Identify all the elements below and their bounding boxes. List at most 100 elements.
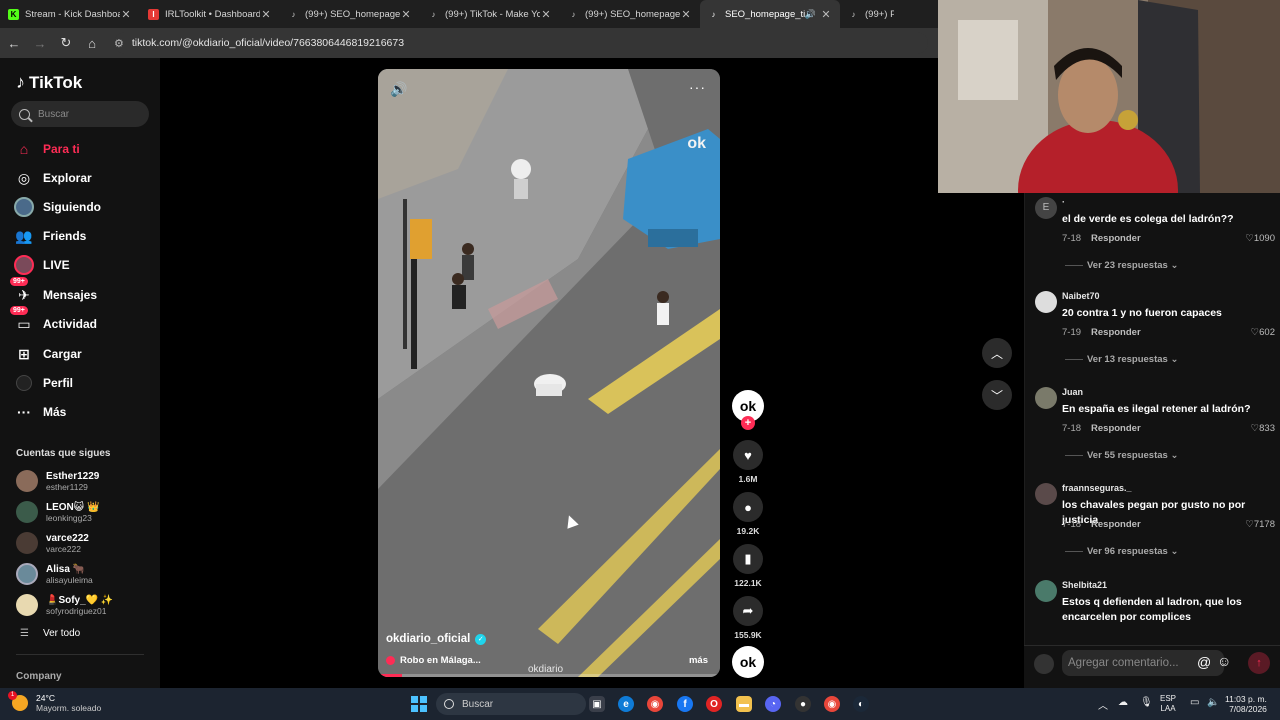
- comment-like-button[interactable]: ♡7178: [1245, 519, 1275, 530]
- tiktok-logo[interactable]: ♪ TikTok: [16, 72, 82, 93]
- obs-icon[interactable]: ●: [795, 696, 811, 712]
- tab-irltoolkit[interactable]: I IRLToolkit • Dashboard ✕: [140, 0, 280, 28]
- tab-kick-dashboard[interactable]: K Stream - Kick Dashboard ✕: [0, 0, 140, 28]
- comment-user[interactable]: fraannseguras._: [1062, 483, 1132, 493]
- volume-icon[interactable]: 🔊: [390, 81, 407, 98]
- save-button[interactable]: ▮ 122.1K: [730, 544, 766, 588]
- reload-icon[interactable]: ↻: [54, 31, 78, 55]
- more-options-icon[interactable]: ···: [689, 79, 706, 95]
- comment-user[interactable]: Shelbita21: [1062, 580, 1107, 590]
- close-icon[interactable]: ✕: [120, 8, 132, 21]
- reply-button[interactable]: Responder: [1091, 233, 1141, 244]
- tab-seo-homepage-active[interactable]: ♪ SEO_homepage_title 🔊 ✕: [700, 0, 840, 28]
- weather-widget[interactable]: 1 24°C Mayorm. soleado: [8, 691, 101, 713]
- close-icon[interactable]: ✕: [680, 8, 692, 21]
- url-text: tiktok.com/@okdiario_oficial/video/76638…: [131, 37, 405, 49]
- tab-tiktok-make-your-day[interactable]: ♪ (99+) TikTok - Make Your D ✕: [420, 0, 560, 28]
- sound-disc-button[interactable]: ok: [730, 646, 766, 678]
- avatar[interactable]: [1035, 387, 1057, 409]
- tab-seo-homepage-1[interactable]: ♪ (99+) SEO_homepage_title ✕: [280, 0, 420, 28]
- caption-more-button[interactable]: más: [689, 655, 708, 666]
- taskbar-search[interactable]: Buscar: [436, 693, 586, 715]
- task-view-icon[interactable]: ▣: [589, 696, 605, 712]
- search-box[interactable]: Buscar: [11, 101, 149, 127]
- discord-icon[interactable]: ◔: [765, 696, 781, 712]
- close-icon[interactable]: ✕: [260, 8, 272, 21]
- avatar[interactable]: [1035, 291, 1057, 313]
- steam-icon[interactable]: ◐: [853, 696, 869, 712]
- volume-icon[interactable]: 🔈: [1207, 697, 1219, 708]
- previous-video-button[interactable]: ︿: [982, 338, 1012, 368]
- nav-mensajes[interactable]: ✈ 99+ Mensajes: [10, 277, 97, 306]
- close-icon[interactable]: ✕: [820, 8, 832, 21]
- view-replies-button[interactable]: Ver 96 respuestas ⌄: [1065, 546, 1178, 557]
- send-arrow-icon[interactable]: ↑: [1248, 652, 1270, 674]
- close-icon[interactable]: ✕: [540, 8, 552, 21]
- share-button[interactable]: ➦ 155.9K: [730, 596, 766, 640]
- following-account[interactable]: Alisa 🐂 alisayuleima: [16, 563, 93, 585]
- windows-start-icon[interactable]: [411, 696, 427, 712]
- nav-cargar[interactable]: ⊞ Cargar: [14, 343, 82, 365]
- nav-perfil[interactable]: Perfil: [14, 372, 73, 394]
- nav-actividad[interactable]: ▭ 99+ Actividad: [10, 306, 97, 335]
- nav-para-ti[interactable]: ⌂ Para ti: [14, 138, 80, 160]
- edge-icon[interactable]: e: [618, 696, 634, 712]
- comment-user[interactable]: Juan: [1062, 387, 1083, 397]
- view-replies-button[interactable]: Ver 23 respuestas ⌄: [1065, 260, 1178, 271]
- see-all-link[interactable]: ☰ Ver todo: [20, 628, 80, 639]
- video-player[interactable]: 🔊 ··· ok okdiario_oficial ✓ Robo en Mála…: [378, 69, 720, 677]
- microphone-icon[interactable]: 🎙: [1140, 697, 1153, 708]
- wifi-icon[interactable]: ▭: [1190, 697, 1199, 708]
- facebook-icon[interactable]: f: [677, 696, 693, 712]
- site-settings-icon[interactable]: ⚙: [114, 37, 124, 50]
- close-icon[interactable]: ✕: [400, 8, 412, 21]
- language-indicator[interactable]: ESP LAA: [1160, 694, 1176, 714]
- reply-button[interactable]: Responder: [1091, 327, 1141, 338]
- video-progress-bar[interactable]: [378, 674, 720, 677]
- reply-button[interactable]: Responder: [1091, 423, 1141, 434]
- file-explorer-icon[interactable]: ▬: [736, 696, 752, 712]
- comment-user[interactable]: Naibet70: [1062, 291, 1100, 301]
- view-replies-button[interactable]: Ver 13 respuestas ⌄: [1065, 354, 1178, 365]
- avatar[interactable]: [1035, 483, 1057, 505]
- nav-friends[interactable]: 👥 Friends: [14, 225, 86, 247]
- avatar[interactable]: E: [1035, 197, 1057, 219]
- nav-mas[interactable]: ··· Más: [14, 401, 66, 423]
- home-icon[interactable]: ⌂: [80, 31, 104, 55]
- comment-button[interactable]: ● 19.2K: [730, 492, 766, 536]
- view-replies-button[interactable]: Ver 55 respuestas ⌄: [1065, 450, 1178, 461]
- url-field[interactable]: ⚙ tiktok.com/@okdiario_oficial/video/766…: [114, 32, 928, 54]
- chrome-profile-icon[interactable]: ◉: [824, 696, 840, 712]
- company-link[interactable]: Company: [16, 671, 62, 682]
- network-icon[interactable]: ☁: [1118, 697, 1128, 708]
- comment-like-button[interactable]: ♡602: [1251, 327, 1275, 338]
- tab-post-video[interactable]: ♪ (99+) Post-Ve: [840, 0, 902, 28]
- reply-button[interactable]: Responder: [1091, 519, 1141, 530]
- system-clock[interactable]: 11:03 p. m. 7/08/2026: [1225, 694, 1267, 714]
- comment-like-button[interactable]: ♡833: [1251, 423, 1275, 434]
- following-account[interactable]: 💄Sofy_💛 ✨ sofyrodriguez01: [16, 594, 113, 616]
- video-author[interactable]: okdiario_oficial ✓: [386, 633, 487, 645]
- nav-live[interactable]: LIVE: [14, 254, 70, 276]
- opera-icon[interactable]: O: [706, 696, 722, 712]
- chrome-icon[interactable]: ◉: [647, 696, 663, 712]
- nav-siguiendo[interactable]: Siguiendo: [14, 196, 101, 218]
- like-button[interactable]: ♥ 1.6M: [730, 440, 766, 484]
- following-account[interactable]: Esther1229 esther1129: [16, 470, 99, 492]
- back-arrow-icon[interactable]: ←: [2, 31, 26, 55]
- mention-icon[interactable]: @: [1197, 654, 1211, 670]
- forward-arrow-icon[interactable]: →: [28, 31, 52, 55]
- following-account[interactable]: varce222 varce222: [16, 532, 89, 554]
- tray-chevron-up-icon[interactable]: ︿: [1098, 697, 1108, 712]
- emoji-icon[interactable]: ☺: [1217, 653, 1231, 669]
- next-video-button[interactable]: ﹀: [982, 380, 1012, 410]
- speaker-icon[interactable]: 🔊: [805, 9, 816, 20]
- comment-user[interactable]: ·: [1062, 197, 1065, 207]
- tab-seo-homepage-2[interactable]: ♪ (99+) SEO_homepage_title ✕: [560, 0, 700, 28]
- comment-like-button[interactable]: ♡1090: [1245, 233, 1275, 244]
- author-avatar-button[interactable]: ok +: [730, 390, 766, 430]
- following-account[interactable]: LEON😺 👑 leonkingg23: [16, 501, 99, 523]
- follow-plus-icon[interactable]: +: [741, 416, 755, 430]
- avatar[interactable]: [1035, 580, 1057, 602]
- nav-explorar[interactable]: ◎ Explorar: [14, 167, 92, 189]
